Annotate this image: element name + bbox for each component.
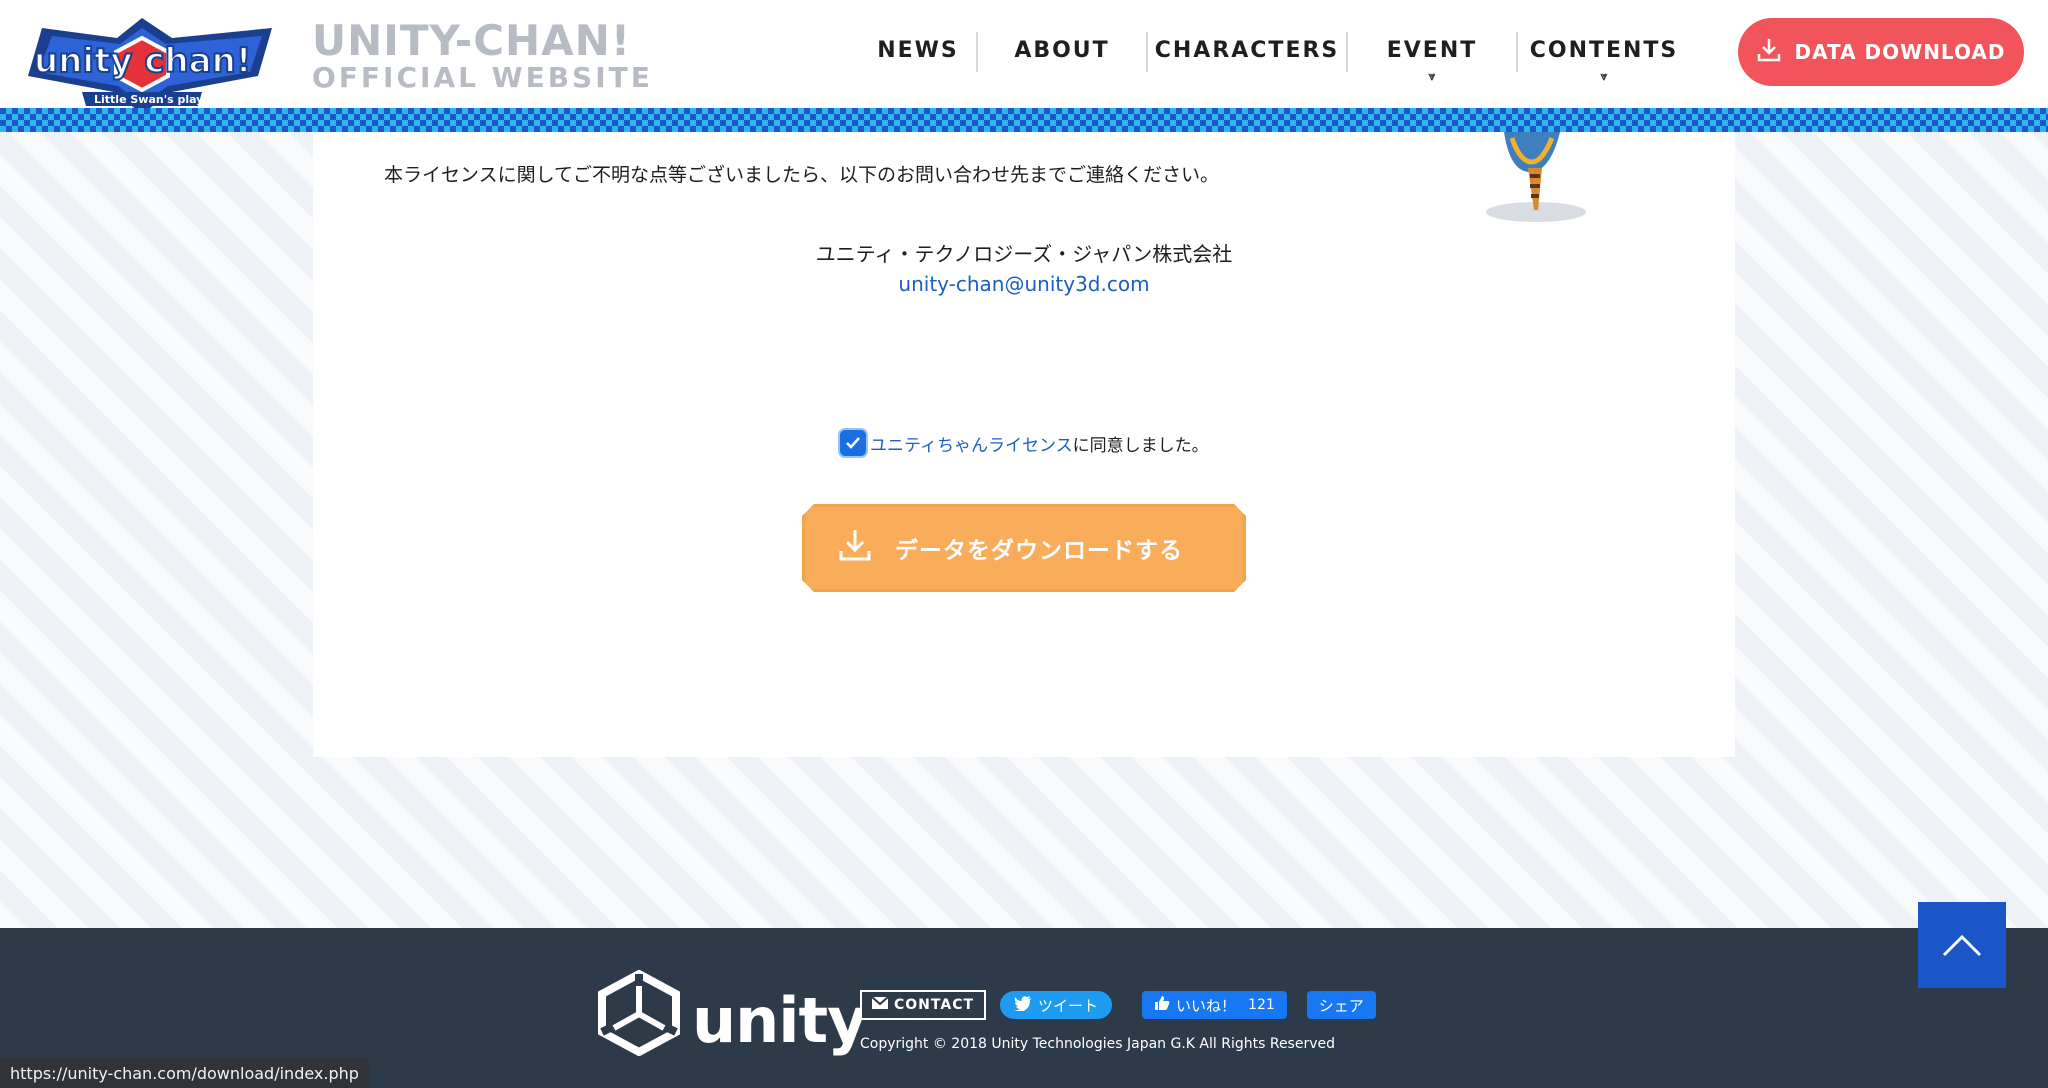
site-title: UNITY-CHAN! OFFICIAL WEBSITE bbox=[312, 16, 672, 94]
tweet-label: ツイート bbox=[1038, 996, 1099, 1015]
share-label: シェア bbox=[1318, 996, 1364, 1015]
nav-item-about[interactable]: ABOUT bbox=[978, 0, 1146, 108]
copyright-text: Copyright © 2018 Unity Technologies Japa… bbox=[860, 1036, 1336, 1052]
nav-label: ABOUT bbox=[1014, 38, 1110, 63]
like-label: いいね！ bbox=[1176, 996, 1237, 1015]
mascot-image bbox=[1480, 132, 1590, 224]
mail-icon bbox=[871, 996, 889, 1013]
back-to-top-button[interactable] bbox=[1918, 902, 2006, 988]
chevron-down-icon: ⩔ bbox=[1600, 69, 1608, 83]
unity-chan-logo[interactable]: unity chan! Little Swan's playGROWnd bbox=[22, 14, 294, 118]
twitter-bird-icon bbox=[1014, 995, 1032, 1015]
nav-label: CHARACTERS bbox=[1154, 38, 1340, 63]
download-icon bbox=[837, 527, 873, 569]
data-download-label: DATA DOWNLOAD bbox=[1794, 40, 2006, 64]
nav-item-characters[interactable]: CHARACTERS bbox=[1148, 0, 1346, 108]
like-count: 121 bbox=[1248, 997, 1275, 1013]
contact-label: CONTACT bbox=[894, 997, 975, 1013]
logo-tagline: Little Swan's playGROWnd bbox=[94, 93, 258, 106]
site-header: unity chan! Little Swan's playGROWnd UNI… bbox=[0, 0, 2048, 114]
download-data-label: データをダウンロードする bbox=[895, 538, 1183, 564]
browser-status-url: https://unity-chan.com/download/index.ph… bbox=[0, 1058, 369, 1088]
download-data-button[interactable]: データをダウンロードする bbox=[802, 504, 1246, 592]
license-notice: 本ライセンスに関してご不明な点等ございましたら、以下のお問い合わせ先までご連絡く… bbox=[384, 164, 1220, 186]
nav-label: NEWS bbox=[877, 38, 959, 63]
data-download-button[interactable]: DATA DOWNLOAD bbox=[1738, 18, 2024, 86]
chevron-up-icon bbox=[1942, 934, 1982, 957]
nav-label: EVENT bbox=[1386, 38, 1478, 63]
nav-label: CONTENTS bbox=[1529, 38, 1679, 63]
license-link[interactable]: ユニティちゃんライセンス bbox=[870, 431, 1073, 456]
site-title-line1: UNITY-CHAN! bbox=[312, 16, 631, 65]
nav-item-event[interactable]: EVENT ⩔ bbox=[1348, 0, 1516, 108]
contact-button[interactable]: CONTACT bbox=[860, 990, 987, 1020]
tweet-button[interactable]: ツイート bbox=[1000, 991, 1113, 1019]
header-checker-stripe bbox=[0, 108, 2048, 132]
main-nav: NEWS ABOUT CHARACTERS EVENT ⩔ CONTENTS ⩔ bbox=[860, 0, 1690, 108]
logo-text-left: unity chan! bbox=[34, 41, 251, 81]
unity-wordmark: unity bbox=[692, 984, 868, 1057]
site-title-line2: OFFICIAL WEBSITE bbox=[312, 61, 653, 94]
chevron-down-icon: ⩔ bbox=[1428, 69, 1436, 83]
license-agreement: ユニティちゃんライセンス に同意しました。 bbox=[840, 430, 1209, 456]
agree-checkbox[interactable] bbox=[840, 430, 866, 456]
unity-cube-icon bbox=[596, 969, 682, 1071]
checkmark-icon bbox=[846, 437, 860, 449]
download-icon bbox=[1756, 37, 1782, 68]
thumbs-up-icon bbox=[1154, 995, 1170, 1015]
contact-email-link[interactable]: unity-chan@unity3d.com bbox=[0, 272, 2048, 296]
facebook-share-button[interactable]: シェア bbox=[1306, 991, 1376, 1019]
unity-logo[interactable]: unity bbox=[596, 969, 868, 1071]
agree-suffix: に同意しました。 bbox=[1072, 435, 1209, 456]
company-name: ユニティ・テクノロジーズ・ジャパン株式会社 bbox=[815, 242, 1233, 266]
footer-actions: CONTACT ツイート いいね！ 121 シェア bbox=[860, 990, 1376, 1020]
nav-item-contents[interactable]: CONTENTS ⩔ bbox=[1518, 0, 1690, 108]
nav-item-news[interactable]: NEWS bbox=[860, 0, 976, 108]
facebook-like-button[interactable]: いいね！ 121 bbox=[1142, 991, 1287, 1019]
